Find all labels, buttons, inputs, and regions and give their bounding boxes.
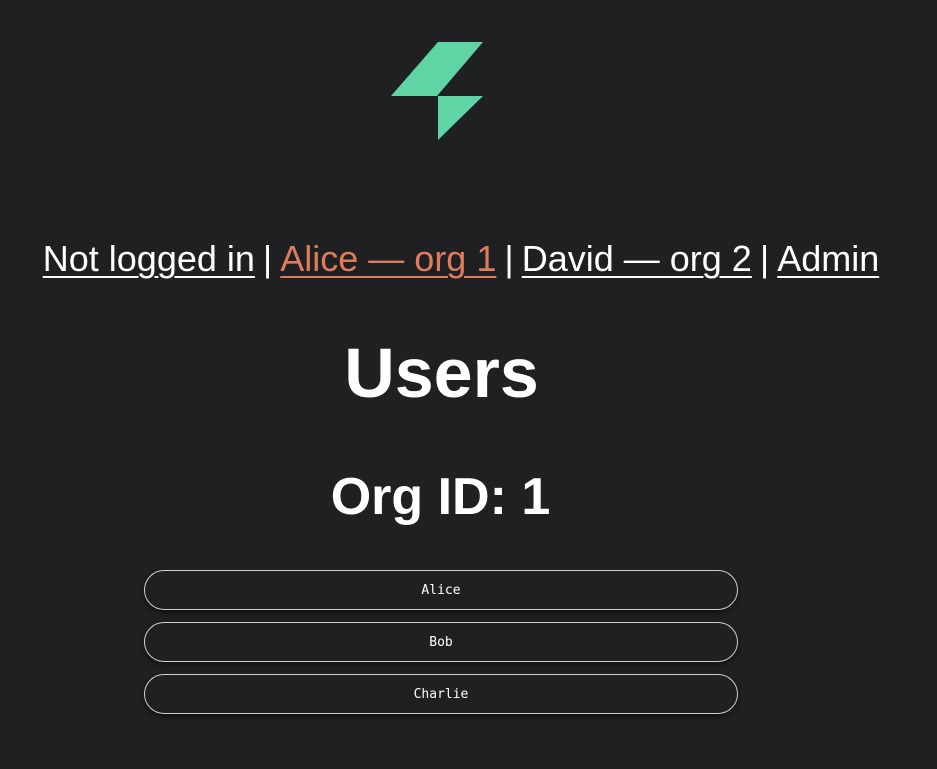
- nav-link-david-org-2[interactable]: David — org 2: [522, 238, 752, 279]
- user-name: Charlie: [413, 686, 469, 702]
- nav-link-not-logged-in[interactable]: Not logged in: [43, 238, 255, 279]
- nav-link-admin[interactable]: Admin: [777, 238, 879, 279]
- user-list-item-alice[interactable]: Alice: [144, 570, 738, 610]
- page-title: Users: [344, 334, 539, 412]
- nav-link-alice-org-1[interactable]: Alice — org 1: [280, 238, 496, 279]
- user-name: Alice: [421, 582, 461, 598]
- user-switcher-nav: Not logged in | Alice — org 1 | David — org …: [0, 234, 922, 284]
- user-list-item-charlie[interactable]: Charlie: [144, 674, 738, 714]
- nav-separator: |: [504, 238, 514, 279]
- page: Not logged in | Alice — org 1 | David — org …: [0, 0, 937, 769]
- org-id-heading: Org ID: 1: [330, 468, 551, 526]
- nav-separator: |: [262, 238, 273, 279]
- user-name: Bob: [429, 634, 453, 650]
- nav-separator: |: [759, 238, 770, 279]
- user-list-item-bob[interactable]: Bob: [144, 622, 738, 662]
- lightning-bolt-logo-icon: [391, 42, 483, 140]
- user-list: Alice Bob Charlie: [144, 570, 738, 726]
